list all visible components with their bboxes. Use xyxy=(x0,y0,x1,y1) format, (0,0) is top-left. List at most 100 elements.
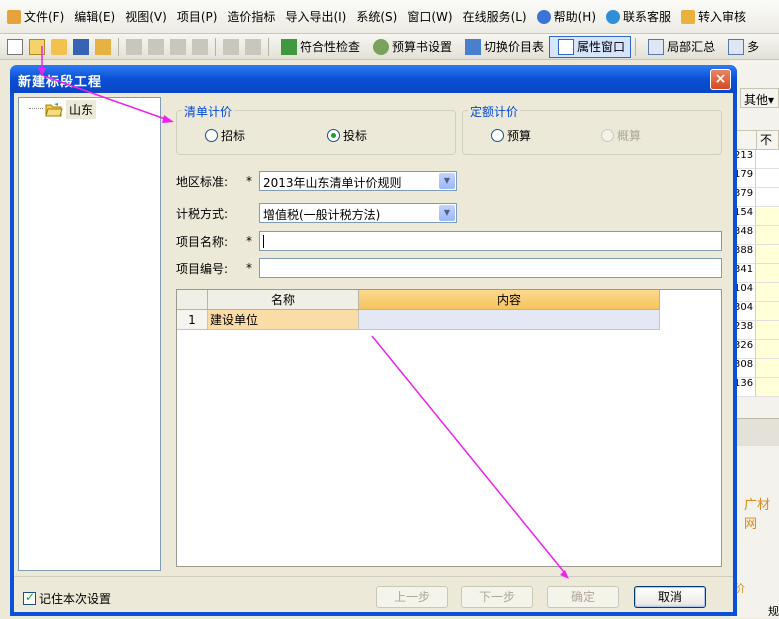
grid-header-index xyxy=(177,290,208,310)
prev-button[interactable]: 上一步 xyxy=(376,586,448,608)
open-folder-icon xyxy=(45,102,63,116)
table-row: 326 xyxy=(734,340,779,359)
export-icon[interactable] xyxy=(95,38,111,55)
local-summary-button[interactable]: 局部汇总 xyxy=(640,36,720,58)
radio-circle xyxy=(205,129,218,142)
required-mark: * xyxy=(246,234,252,248)
row-name-cell[interactable]: 建设单位 xyxy=(208,310,359,330)
switch-icon xyxy=(465,38,482,55)
toolbar-separator xyxy=(215,37,216,56)
radio-circle-selected xyxy=(327,129,340,142)
tree-connector xyxy=(29,108,43,109)
save-icon[interactable] xyxy=(73,38,89,55)
paste-icon[interactable] xyxy=(170,38,186,55)
menu-bar: 文件(F) 编辑(E) 视图(V) 项目(P) 造价指标 导入导出(I) 系统(… xyxy=(0,0,779,34)
dialog-title: 新建标段工程 xyxy=(18,75,103,90)
chevron-down-icon[interactable]: ▼ xyxy=(439,173,455,189)
audit-icon xyxy=(681,9,696,24)
radio-circle xyxy=(491,129,504,142)
open-folder-icon[interactable] xyxy=(51,38,67,55)
table-row: 154 xyxy=(734,207,779,226)
new-file-icon[interactable] xyxy=(7,38,23,55)
project-code-label: 项目编号: xyxy=(176,262,229,276)
table-row: 179 xyxy=(734,169,779,188)
bill-pricing-group: 清单计价 招标 投标 xyxy=(176,103,456,155)
undo-icon[interactable] xyxy=(223,38,239,55)
required-mark: * xyxy=(246,174,252,188)
support-icon xyxy=(606,9,621,24)
row-content-cell[interactable] xyxy=(359,310,660,330)
compliance-check-button[interactable]: 符合性检查 xyxy=(273,36,365,58)
menu-system[interactable]: 系统(S) xyxy=(351,5,402,29)
remember-settings-checkbox[interactable]: 记住本次设置 xyxy=(23,590,111,607)
help-icon xyxy=(536,9,551,24)
list-icon xyxy=(728,38,745,55)
menu-project[interactable]: 项目(P) xyxy=(172,5,223,29)
bill-pricing-legend: 清单计价 xyxy=(182,103,235,120)
menu-edit[interactable]: 编辑(E) xyxy=(69,5,120,29)
region-tree: 山东 xyxy=(18,97,161,571)
table-row[interactable]: 1 建设单位 xyxy=(177,310,660,330)
table-row: 213 xyxy=(734,150,779,169)
cancel-button[interactable]: 取消 xyxy=(634,586,706,608)
menu-online-service[interactable]: 在线服务(L) xyxy=(458,5,532,29)
property-window-button[interactable]: 属性窗口 xyxy=(549,35,632,58)
menu-help[interactable]: 帮助(H) xyxy=(532,5,601,29)
more-button[interactable]: 多 xyxy=(720,36,764,58)
grid-header-name[interactable]: 名称 xyxy=(208,290,359,310)
menu-view[interactable]: 视图(V) xyxy=(120,5,172,29)
project-name-label: 项目名称: xyxy=(176,235,229,249)
delete-icon[interactable] xyxy=(192,38,208,55)
dialog-title-bar[interactable]: 新建标段工程 xyxy=(10,65,737,93)
next-button[interactable]: 下一步 xyxy=(461,586,533,608)
cut-icon[interactable] xyxy=(126,38,142,55)
table-check-icon xyxy=(281,38,297,55)
tree-node-shandong[interactable]: 山东 xyxy=(45,100,97,119)
row-index: 1 xyxy=(177,310,208,330)
switch-price-table-button[interactable]: 切换价目表 xyxy=(457,36,549,58)
project-code-input[interactable] xyxy=(259,258,722,278)
project-info-grid: 名称 内容 1 建设单位 xyxy=(176,289,722,567)
text-caret xyxy=(263,235,264,248)
radio-bid-invite[interactable]: 招标 xyxy=(205,127,245,144)
table-row: 341 xyxy=(734,264,779,283)
background-grid: 不合 213 179 379 154 348 388 341 104 304 2… xyxy=(734,130,779,397)
new-section-icon[interactable] xyxy=(29,38,45,55)
menu-file[interactable]: 文件(F) xyxy=(2,5,69,29)
redo-icon[interactable] xyxy=(245,38,261,55)
copy-icon[interactable] xyxy=(148,38,164,55)
toolbar-separator xyxy=(635,37,637,56)
new-section-project-dialog: 新建标段工程 × 山东 清单计价 招标 投标 定额计价 预算 概算 地区标准: … xyxy=(10,65,737,616)
radio-bid-submit[interactable]: 投标 xyxy=(327,127,367,144)
menu-window[interactable]: 窗口(W) xyxy=(402,5,457,29)
close-button[interactable]: × xyxy=(710,69,731,90)
ok-button[interactable]: 确定 xyxy=(547,586,619,608)
table-row: 136 xyxy=(734,378,779,397)
menu-transfer-audit[interactable]: 转入审核 xyxy=(676,5,751,29)
menu-import-export[interactable]: 导入导出(I) xyxy=(280,5,351,29)
toolbar-separator xyxy=(268,37,269,56)
table-row: 238 xyxy=(734,321,779,340)
radio-circle-disabled xyxy=(601,129,614,142)
table-row: 304 xyxy=(734,302,779,321)
region-select[interactable]: 2013年山东清单计价规则 ▼ xyxy=(259,171,457,191)
menu-contact-support[interactable]: 联系客服 xyxy=(601,5,676,29)
chevron-down-icon[interactable]: ▼ xyxy=(439,205,455,221)
project-name-input[interactable] xyxy=(259,231,722,251)
other-dropdown[interactable]: 其他▾ xyxy=(740,88,779,108)
settings-icon xyxy=(373,38,390,55)
quota-pricing-legend: 定额计价 xyxy=(468,103,521,120)
tax-method-select[interactable]: 增值税(一般计税方法) ▼ xyxy=(259,203,457,223)
radio-budget[interactable]: 预算 xyxy=(491,127,531,144)
material-site-label: 广材网 xyxy=(744,498,771,532)
grid-header-content[interactable]: 内容 xyxy=(359,290,660,310)
dialog-body: 山东 清单计价 招标 投标 定额计价 预算 概算 地区标准: * 2013年山东… xyxy=(14,93,733,612)
menu-cost-index[interactable]: 造价指标 xyxy=(222,5,280,29)
table-row: 379 xyxy=(734,188,779,207)
background-cut-label: 规 xyxy=(768,605,779,618)
grid-header: 名称 内容 xyxy=(177,290,660,310)
table-row: 104 xyxy=(734,283,779,302)
budget-settings-button[interactable]: 预算书设置 xyxy=(365,36,457,58)
app-icon xyxy=(7,9,21,24)
table-row: 388 xyxy=(734,245,779,264)
